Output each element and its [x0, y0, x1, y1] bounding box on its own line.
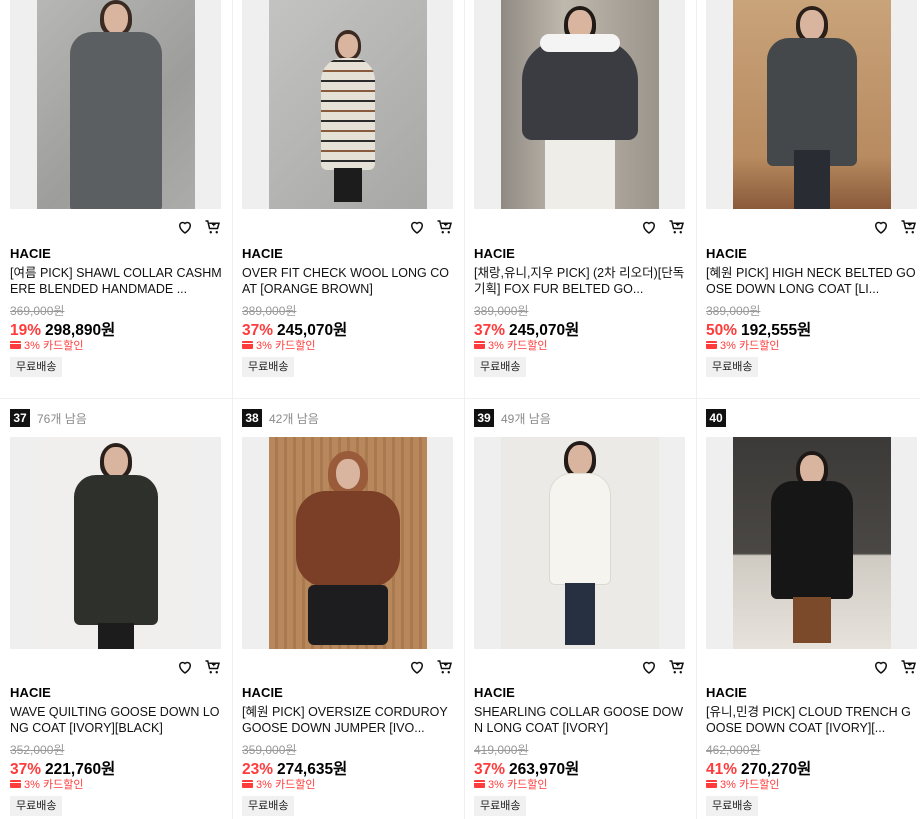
heart-icon[interactable]	[872, 658, 890, 676]
card-discount-label: 3% 카드할인	[488, 340, 548, 352]
cart-icon[interactable]	[204, 218, 222, 236]
original-price: 389,000원	[242, 304, 297, 318]
product-image[interactable]	[474, 0, 685, 209]
stock-remaining: 42개 남음	[269, 411, 319, 426]
credit-card-icon	[474, 341, 485, 349]
free-shipping-badge: 무료배송	[10, 796, 63, 816]
card-discount: 3% 카드할인	[10, 337, 83, 353]
stock-remaining: 49개 남음	[501, 411, 551, 426]
product-image[interactable]	[474, 437, 685, 649]
cart-icon[interactable]	[900, 218, 918, 236]
card-discount: 3% 카드할인	[706, 776, 779, 792]
product-card[interactable]: 37 76개 남음 HACIE WAVE QUILTING GOOSE DOWN…	[0, 399, 232, 819]
card-discount-label: 3% 카드할인	[24, 779, 84, 791]
heart-icon[interactable]	[872, 218, 890, 236]
card-discount: 3% 카드할인	[10, 776, 83, 792]
original-price: 369,000원	[10, 304, 65, 318]
original-price: 389,000원	[706, 304, 761, 318]
heart-icon[interactable]	[640, 218, 658, 236]
product-card[interactable]: 38 42개 남음 HACIE [혜원 PICK] OVERSIZE CORDU…	[232, 399, 464, 819]
card-discount-label: 3% 카드할인	[488, 779, 548, 791]
cart-icon[interactable]	[668, 658, 686, 676]
product-image[interactable]	[10, 437, 221, 649]
product-card[interactable]: 39 49개 남음 HACIE SHEARLING COLLAR GOOSE D…	[464, 399, 696, 819]
product-image[interactable]	[242, 0, 453, 209]
credit-card-icon	[706, 341, 717, 349]
product-image[interactable]	[706, 437, 917, 649]
rank-badge: 37	[10, 409, 30, 427]
card-discount-label: 3% 카드할인	[256, 340, 316, 352]
rank-badge: 40	[706, 409, 726, 427]
original-price: 352,000원	[10, 743, 65, 757]
heart-icon[interactable]	[408, 218, 426, 236]
credit-card-icon	[242, 780, 253, 788]
card-discount: 3% 카드할인	[474, 337, 547, 353]
free-shipping-badge: 무료배송	[706, 357, 759, 377]
original-price: 359,000원	[242, 743, 297, 757]
brand-name[interactable]: HACIE	[706, 246, 747, 261]
stock-remaining: 76개 남음	[37, 411, 87, 426]
card-discount: 3% 카드할인	[242, 776, 315, 792]
card-discount-label: 3% 카드할인	[256, 779, 316, 791]
brand-name[interactable]: HACIE	[10, 246, 51, 261]
card-discount-label: 3% 카드할인	[720, 779, 780, 791]
card-discount: 3% 카드할인	[242, 337, 315, 353]
product-image[interactable]	[10, 0, 221, 209]
cart-icon[interactable]	[668, 218, 686, 236]
product-name[interactable]: [혜원 PICK] OVERSIZE CORDUROY GOOSE DOWN J…	[242, 704, 454, 736]
brand-name[interactable]: HACIE	[474, 685, 515, 700]
brand-name[interactable]: HACIE	[242, 685, 283, 700]
free-shipping-badge: 무료배송	[242, 357, 295, 377]
brand-name[interactable]: HACIE	[706, 685, 747, 700]
original-price: 419,000원	[474, 743, 529, 757]
product-card[interactable]: HACIE [여름 PICK] SHAWL COLLAR CASHMERE BL…	[0, 0, 232, 398]
card-discount: 3% 카드할인	[474, 776, 547, 792]
cart-icon[interactable]	[204, 658, 222, 676]
original-price: 462,000원	[706, 743, 761, 757]
product-card[interactable]: HACIE [채랑,유니,지우 PICK] (2차 리오더)[단독기획] FOX…	[464, 0, 696, 398]
product-name[interactable]: [여름 PICK] SHAWL COLLAR CASHMERE BLENDED …	[10, 265, 222, 297]
product-card[interactable]: HACIE [혜원 PICK] HIGH NECK BELTED GOOSE D…	[696, 0, 920, 398]
cart-icon[interactable]	[900, 658, 918, 676]
free-shipping-badge: 무료배송	[10, 357, 63, 377]
brand-name[interactable]: HACIE	[242, 246, 283, 261]
cart-icon[interactable]	[436, 218, 454, 236]
product-image[interactable]	[706, 0, 917, 209]
heart-icon[interactable]	[640, 658, 658, 676]
card-discount-label: 3% 카드할인	[24, 340, 84, 352]
heart-icon[interactable]	[176, 658, 194, 676]
heart-icon[interactable]	[176, 218, 194, 236]
rank-badge: 39	[474, 409, 494, 427]
free-shipping-badge: 무료배송	[706, 796, 759, 816]
original-price: 389,000원	[474, 304, 529, 318]
product-name[interactable]: [유니,민경 PICK] CLOUD TRENCH GOOSE DOWN COA…	[706, 704, 918, 736]
free-shipping-badge: 무료배송	[474, 796, 527, 816]
brand-name[interactable]: HACIE	[10, 685, 51, 700]
rank-badge: 38	[242, 409, 262, 427]
free-shipping-badge: 무료배송	[474, 357, 527, 377]
product-name[interactable]: [채랑,유니,지우 PICK] (2차 리오더)[단독기획] FOX FUR B…	[474, 265, 686, 297]
brand-name[interactable]: HACIE	[474, 246, 515, 261]
card-discount: 3% 카드할인	[706, 337, 779, 353]
product-card[interactable]: HACIE OVER FIT CHECK WOOL LONG COAT [ORA…	[232, 0, 464, 398]
product-name[interactable]: WAVE QUILTING GOOSE DOWN LONG COAT [IVOR…	[10, 704, 222, 736]
credit-card-icon	[242, 341, 253, 349]
cart-icon[interactable]	[436, 658, 454, 676]
product-grid: HACIE [여름 PICK] SHAWL COLLAR CASHMERE BL…	[0, 0, 920, 819]
credit-card-icon	[706, 780, 717, 788]
heart-icon[interactable]	[408, 658, 426, 676]
product-name[interactable]: OVER FIT CHECK WOOL LONG COAT [ORANGE BR…	[242, 265, 454, 297]
product-image[interactable]	[242, 437, 453, 649]
credit-card-icon	[10, 341, 21, 349]
free-shipping-badge: 무료배송	[242, 796, 295, 816]
credit-card-icon	[474, 780, 485, 788]
product-name[interactable]: [혜원 PICK] HIGH NECK BELTED GOOSE DOWN LO…	[706, 265, 918, 297]
credit-card-icon	[10, 780, 21, 788]
card-discount-label: 3% 카드할인	[720, 340, 780, 352]
product-name[interactable]: SHEARLING COLLAR GOOSE DOWN LONG COAT [I…	[474, 704, 686, 736]
product-card[interactable]: 40 HACIE [유니,민경 PICK] CLOUD TRENCH GOOSE…	[696, 399, 920, 819]
